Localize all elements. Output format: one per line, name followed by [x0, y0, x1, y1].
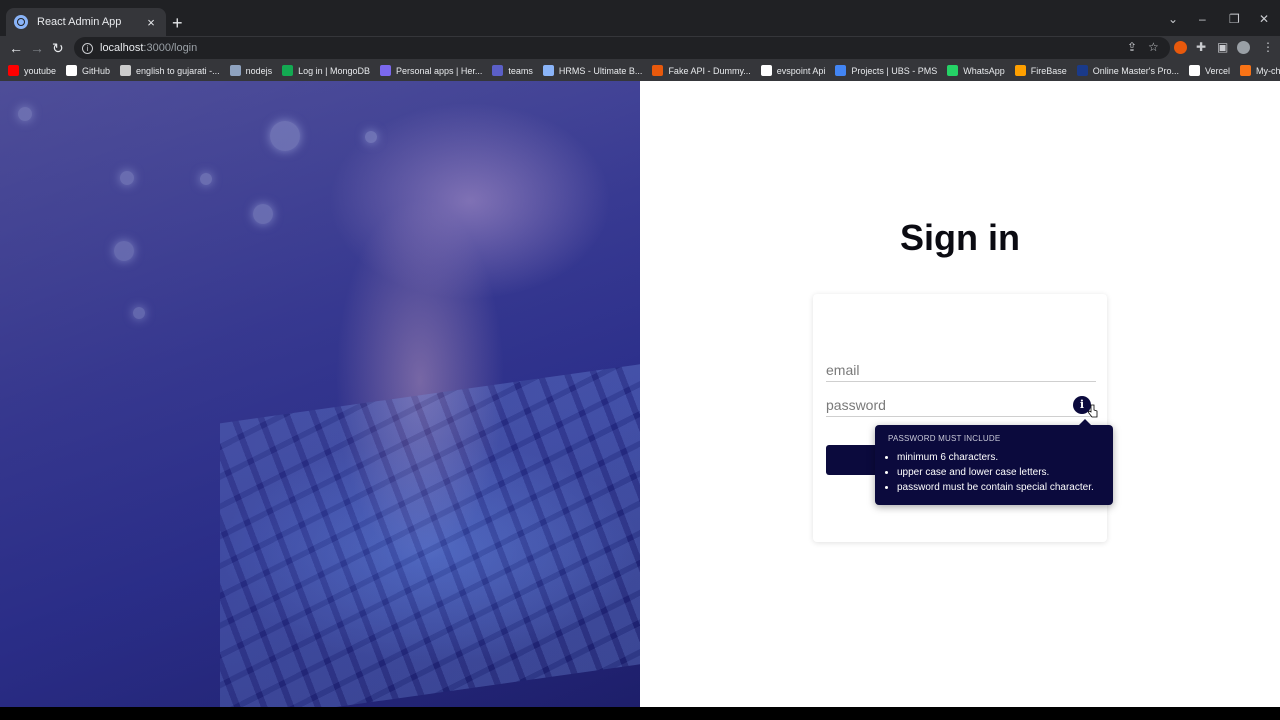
share-icon[interactable]: ⇪: [1127, 40, 1137, 54]
url-text: localhost:3000/login: [100, 42, 198, 54]
rule-item: minimum 6 characters.: [897, 450, 1100, 465]
bookmark-item[interactable]: Personal apps | Her...: [380, 65, 482, 76]
bookmark-item[interactable]: Vercel: [1189, 65, 1230, 76]
rule-item: upper case and lower case letters.: [897, 465, 1100, 480]
bookmark-item[interactable]: english to gujarati -...: [120, 65, 220, 76]
tab-close-icon[interactable]: ×: [144, 15, 158, 30]
forward-button[interactable]: →: [30, 39, 44, 57]
bookmark-star-icon[interactable]: ☆: [1148, 40, 1159, 54]
bookmark-label: Log in | MongoDB: [298, 65, 371, 76]
restore-button[interactable]: ❐: [1229, 12, 1240, 26]
tab-search-icon[interactable]: ⌄: [1168, 12, 1178, 26]
bookmark-label: english to gujarati -...: [136, 65, 220, 76]
auth-panel: Sign in i PASSWORD MUST INCLUDE minimum …: [640, 81, 1280, 707]
bookmark-label: evspoint Api: [776, 65, 826, 76]
bookmark-favicon-icon: [380, 65, 392, 76]
rule-item: password must be contain special charact…: [897, 480, 1100, 495]
bookmark-favicon-icon: [652, 65, 664, 76]
site-info-icon[interactable]: i: [82, 42, 93, 54]
profile-avatar[interactable]: [1237, 41, 1250, 54]
reload-button[interactable]: ↻: [52, 39, 64, 57]
minimize-button[interactable]: –: [1199, 12, 1206, 26]
new-tab-button[interactable]: +: [172, 13, 183, 33]
browser-toolbar: ← → ↻ i localhost:3000/login ⇪ ☆ ✚ ▣ ⋮: [0, 36, 1280, 60]
bookmark-item[interactable]: Online Master's Pro...: [1076, 65, 1179, 76]
bookmark-item[interactable]: nodejs: [229, 65, 273, 76]
bookmark-item[interactable]: teams: [492, 65, 533, 76]
bookmark-label: Online Master's Pro...: [1092, 65, 1179, 76]
password-rules-list: minimum 6 characters. upper case and low…: [888, 450, 1100, 495]
bookmark-label: youtube: [24, 65, 57, 76]
bookmark-item[interactable]: WhatsApp: [947, 65, 1005, 76]
bookmark-label: Projects | UBS - PMS: [851, 65, 938, 76]
bookmark-favicon-icon: [542, 65, 554, 76]
password-field[interactable]: [826, 393, 1096, 417]
browser-tabstrip: React Admin App × + ⌄ – ❐ ✕: [0, 0, 1280, 36]
bookmark-label: Vercel: [1205, 65, 1231, 76]
browser-menu-icon[interactable]: ⋮: [1262, 40, 1274, 54]
bookmark-favicon-icon: [8, 65, 19, 76]
bookmark-favicon-icon: [1014, 65, 1026, 76]
login-page: Sign in i PASSWORD MUST INCLUDE minimum …: [0, 81, 1280, 707]
bookmarks-bar: youtube GitHub english to gujarati -... nod…: [0, 60, 1280, 81]
tooltip-title: PASSWORD MUST INCLUDE: [888, 434, 1001, 443]
bookmark-favicon-icon: [66, 65, 78, 76]
back-button[interactable]: ←: [9, 39, 23, 57]
bookmark-label: My-chats: [1256, 65, 1280, 76]
hero-image-keyboard: [0, 81, 640, 707]
bookmark-item[interactable]: HRMS - Ultimate B...: [542, 65, 643, 76]
bookmark-favicon-icon: [760, 65, 772, 76]
bookmark-item[interactable]: GitHub: [66, 65, 110, 76]
react-favicon-icon: [14, 15, 28, 29]
extension-icon[interactable]: [1174, 41, 1187, 54]
email-field[interactable]: [826, 358, 1096, 382]
bookmark-label: FireBase: [1030, 65, 1067, 76]
close-window-button[interactable]: ✕: [1259, 12, 1269, 26]
bookmark-favicon-icon: [229, 65, 241, 76]
bookmark-favicon-icon: [492, 65, 504, 76]
bookmark-item[interactable]: My-chats: [1240, 65, 1280, 76]
bookmark-label: nodejs: [245, 65, 273, 76]
password-rules-tooltip: PASSWORD MUST INCLUDE minimum 6 characte…: [875, 419, 1113, 505]
address-bar[interactable]: i localhost:3000/login: [74, 37, 1170, 59]
bottom-bar: [0, 707, 1280, 720]
bookmark-favicon-icon: [947, 65, 959, 76]
bookmark-item[interactable]: evspoint Api: [760, 65, 826, 76]
hero-overlay: [0, 81, 640, 707]
bookmark-item[interactable]: Log in | MongoDB: [282, 65, 370, 76]
bookmark-favicon-icon: [282, 65, 294, 76]
bookmark-label: teams: [508, 65, 533, 76]
side-panel-icon[interactable]: ▣: [1217, 40, 1228, 54]
tab-title: React Admin App: [37, 16, 122, 28]
bookmark-favicon-icon: [835, 65, 847, 76]
bookmark-favicon-icon: [1076, 65, 1088, 76]
bookmark-item[interactable]: Projects | UBS - PMS: [835, 65, 937, 76]
bookmark-favicon-icon: [1189, 65, 1200, 76]
bookmark-favicon-icon: [120, 65, 132, 76]
page-title: Sign in: [900, 217, 1020, 258]
hand-cursor-icon: [1088, 404, 1098, 418]
bookmark-item[interactable]: youtube: [8, 65, 56, 76]
bookmark-label: Personal apps | Her...: [396, 65, 483, 76]
bookmark-item[interactable]: FireBase: [1014, 65, 1067, 76]
browser-tab[interactable]: React Admin App ×: [6, 8, 166, 36]
extensions-puzzle-icon[interactable]: ✚: [1196, 40, 1206, 54]
bookmark-favicon-icon: [1240, 65, 1252, 76]
bookmark-label: WhatsApp: [963, 65, 1005, 76]
bookmark-label: Fake API - Dummy...: [668, 65, 751, 76]
bookmark-item[interactable]: Fake API - Dummy...: [652, 65, 751, 76]
bookmark-label: HRMS - Ultimate B...: [558, 65, 643, 76]
bookmark-label: GitHub: [82, 65, 111, 76]
